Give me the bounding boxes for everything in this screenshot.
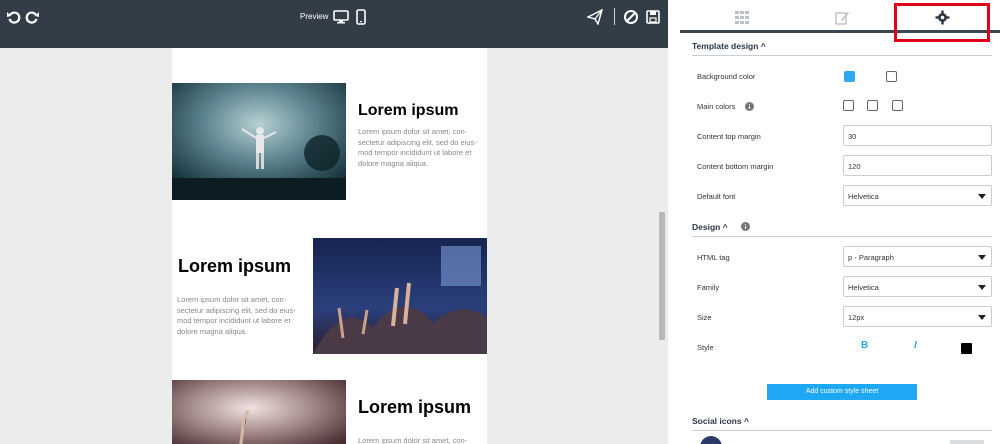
bold-button[interactable]: B bbox=[861, 340, 868, 351]
redo-icon[interactable] bbox=[24, 9, 40, 25]
info-icon[interactable] bbox=[741, 222, 750, 231]
size-value: 12px bbox=[848, 313, 865, 322]
ban-icon[interactable] bbox=[623, 9, 639, 25]
settings-panel: Template design ^ Background color Main … bbox=[680, 0, 1000, 444]
text-color-swatch[interactable] bbox=[961, 343, 972, 354]
section-divider bbox=[692, 55, 992, 56]
social-icons-heading[interactable]: Social icons ^ bbox=[692, 416, 749, 426]
content-bottom-margin-label: Content bottom margin bbox=[697, 162, 774, 171]
background-color-swatch[interactable] bbox=[886, 71, 897, 82]
active-tab-highlight bbox=[894, 3, 990, 42]
smoke-image bbox=[172, 380, 346, 444]
email-editor: Preview Lorem ipsum Lorem ipsum dolor si… bbox=[0, 0, 1000, 444]
main-color-swatch[interactable] bbox=[892, 100, 903, 111]
content-block[interactable]: Lorem ipsum Lorem ipsum dolor sit amet, … bbox=[172, 238, 487, 355]
default-font-select[interactable]: Helvetica bbox=[843, 185, 992, 206]
toolbar-divider bbox=[614, 8, 615, 25]
floppy-disk-icon[interactable] bbox=[645, 9, 661, 25]
edit-icon[interactable] bbox=[832, 7, 852, 27]
content-top-margin-label: Content top margin bbox=[697, 132, 761, 141]
block-title: Lorem ipsum bbox=[358, 102, 459, 119]
concert-image bbox=[172, 83, 346, 200]
content-block[interactable]: Lorem ipsum Lorem ipsum dolor sit amet, … bbox=[172, 380, 487, 444]
undo-icon[interactable] bbox=[6, 9, 22, 25]
chevron-down-icon bbox=[978, 255, 986, 260]
italic-button[interactable]: I bbox=[914, 340, 917, 351]
chevron-down-icon bbox=[978, 285, 986, 290]
mobile-icon[interactable] bbox=[353, 9, 369, 25]
toolbar: Preview bbox=[0, 0, 668, 48]
family-label: Family bbox=[697, 283, 720, 292]
block-title: Lorem ipsum bbox=[178, 256, 292, 276]
paper-plane-icon[interactable] bbox=[587, 9, 603, 25]
main-color-swatch[interactable] bbox=[867, 100, 878, 111]
block-text: Lorem ipsum dolor sit amet, con- bbox=[358, 436, 468, 444]
scrollbar-thumb[interactable] bbox=[659, 212, 665, 340]
main-color-swatch[interactable] bbox=[843, 100, 854, 111]
section-divider bbox=[692, 236, 992, 237]
social-placeholder bbox=[950, 440, 984, 444]
background-color-label: Background color bbox=[697, 72, 756, 81]
content-top-margin-input[interactable]: 30 bbox=[843, 125, 992, 146]
section-divider bbox=[692, 430, 992, 431]
content-bottom-margin-input[interactable]: 120 bbox=[843, 155, 992, 176]
html-tag-value: p - Paragraph bbox=[848, 253, 894, 262]
chevron-down-icon bbox=[978, 315, 986, 320]
default-font-value: Helvetica bbox=[848, 192, 879, 201]
desktop-icon[interactable] bbox=[333, 9, 349, 25]
crowd-image bbox=[313, 238, 487, 354]
content-block[interactable]: Lorem ipsum Lorem ipsum dolor sit amet, … bbox=[172, 83, 487, 201]
size-label: Size bbox=[697, 313, 712, 322]
editor-area: Preview Lorem ipsum Lorem ipsum dolor si… bbox=[0, 0, 668, 444]
main-colors-label: Main colors bbox=[697, 102, 736, 111]
block-text: Lorem ipsum dolor sit amet, con- sectetu… bbox=[177, 295, 296, 336]
size-select[interactable]: 12px bbox=[843, 306, 992, 327]
html-tag-label: HTML tag bbox=[697, 253, 730, 262]
html-tag-select[interactable]: p - Paragraph bbox=[843, 246, 992, 267]
default-font-label: Default font bbox=[697, 192, 736, 201]
template-design-heading[interactable]: Template design ^ bbox=[692, 41, 766, 51]
block-title: Lorem ipsum bbox=[358, 397, 472, 417]
image-icon[interactable] bbox=[844, 71, 855, 82]
social-avatar-icon[interactable] bbox=[700, 436, 722, 444]
chevron-down-icon bbox=[978, 194, 986, 199]
style-label: Style bbox=[697, 343, 714, 352]
add-custom-style-button[interactable]: Add custom style sheet bbox=[767, 384, 917, 400]
preview-label: Preview bbox=[300, 12, 329, 21]
grid-icon[interactable] bbox=[732, 7, 752, 27]
family-select[interactable]: Helvetica bbox=[843, 276, 992, 297]
block-text: Lorem ipsum dolor sit amet, con- sectetu… bbox=[358, 127, 477, 168]
info-icon[interactable] bbox=[745, 102, 754, 111]
email-canvas[interactable]: Lorem ipsum Lorem ipsum dolor sit amet, … bbox=[172, 48, 487, 444]
design-heading[interactable]: Design ^ bbox=[692, 222, 728, 232]
family-value: Helvetica bbox=[848, 283, 879, 292]
